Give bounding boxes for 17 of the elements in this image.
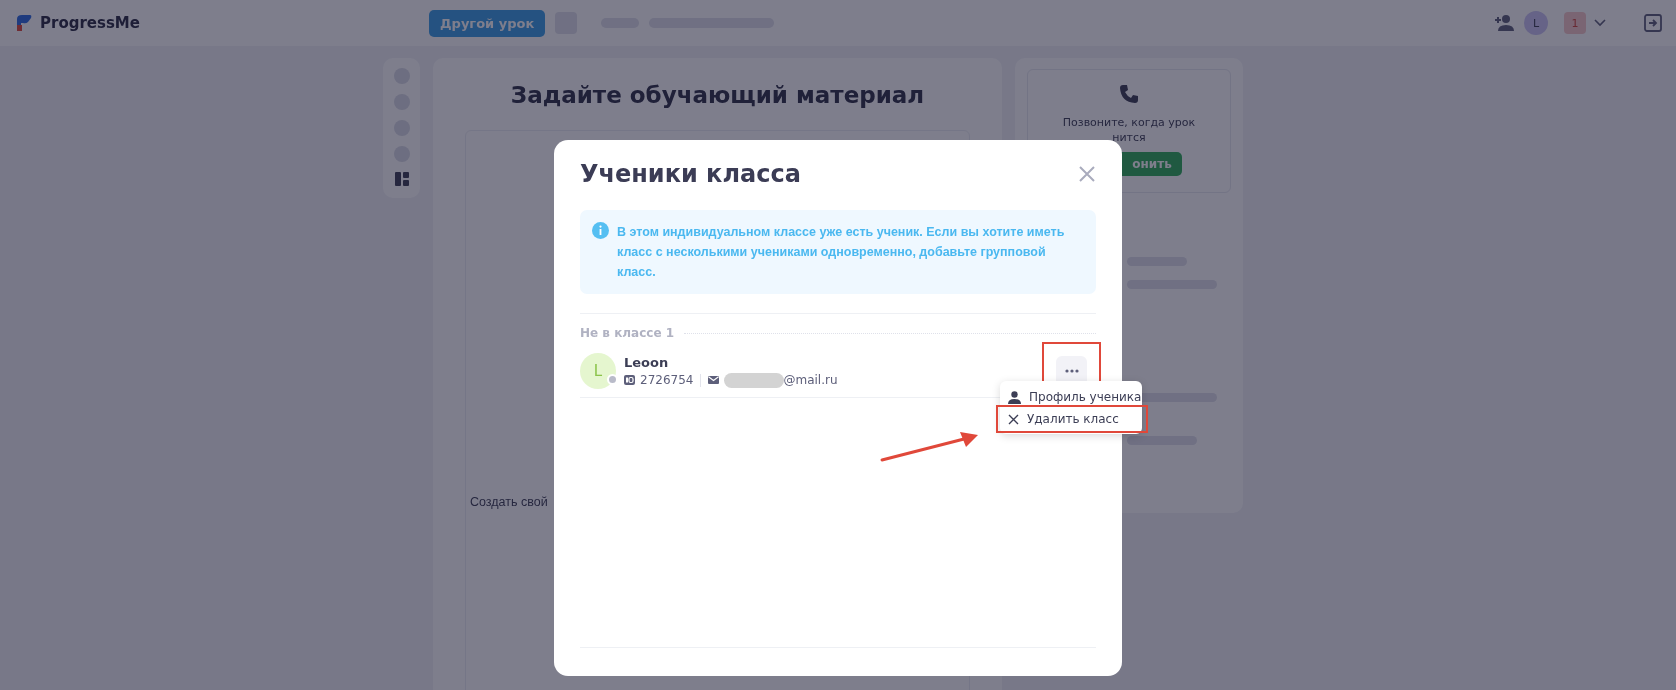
create-own-text[interactable]: Создать свой bbox=[470, 495, 548, 509]
student-id: 2726754 bbox=[640, 373, 694, 387]
menu-item[interactable]: Профиль ученика bbox=[1000, 386, 1142, 408]
student-avatar: L bbox=[580, 353, 616, 389]
notification-badge[interactable]: 1 bbox=[1564, 12, 1586, 34]
other-lesson-button[interactable]: Другой урок bbox=[429, 9, 546, 37]
info-text: В этом индивидуальном классе уже есть ученик. Если вы хотите иметь класс с несколькими учениками одновременно, добавьте групповой класс. bbox=[617, 224, 1066, 281]
call-text: Позвоните, когда урок bbox=[1062, 116, 1196, 129]
student-email: @mail.ru bbox=[783, 373, 838, 387]
student-name: Leoon bbox=[624, 354, 670, 370]
modal-title: Ученики класса bbox=[580, 160, 801, 188]
menu-item[interactable]: Удалить класс bbox=[1000, 408, 1142, 430]
logo-text: ProgressMe bbox=[40, 14, 140, 32]
call-text: нится bbox=[1112, 131, 1146, 144]
page-heading: Задайте обучающий материал bbox=[510, 82, 925, 108]
section-label: Не в классе 1 bbox=[580, 326, 675, 340]
user-avatar[interactable]: L bbox=[1524, 11, 1548, 35]
